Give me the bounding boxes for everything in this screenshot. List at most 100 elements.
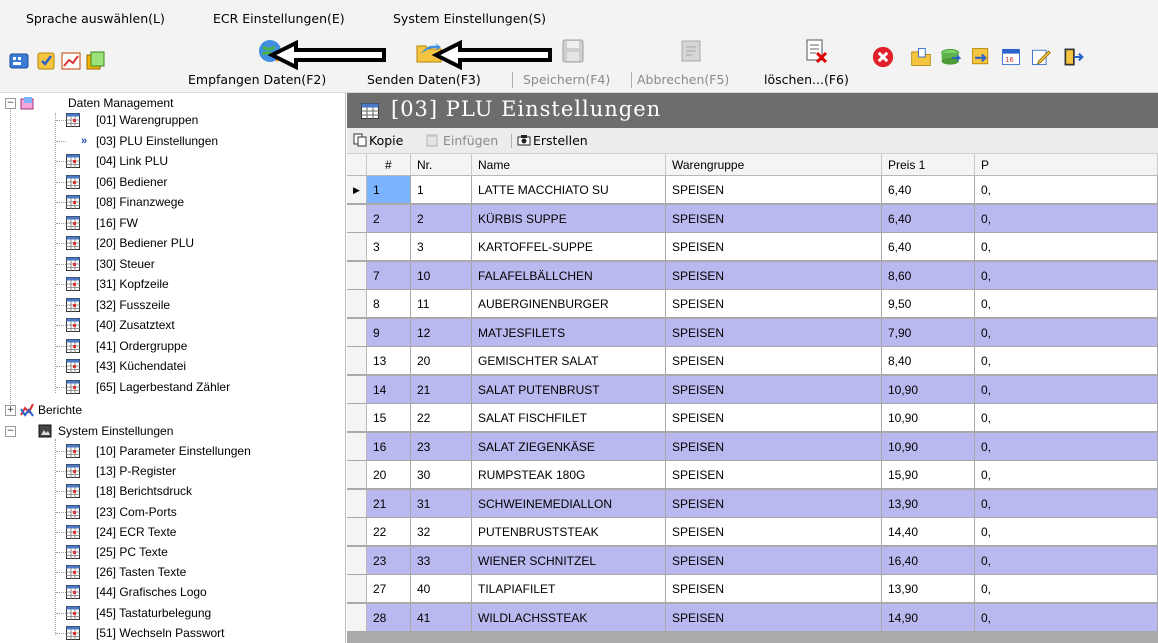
table-cell[interactable]: 15,90 — [882, 461, 975, 489]
table-cell[interactable]: SALAT PUTENBRUST — [472, 375, 666, 404]
row-selector[interactable] — [347, 518, 367, 546]
table-cell[interactable]: 6,40 — [882, 233, 975, 261]
table-cell[interactable]: 22 — [411, 404, 472, 432]
table-row[interactable]: 14 21 SALAT PUTENBRUST SPEISEN 10,90 0, — [347, 375, 1158, 404]
table-row[interactable]: 28 41 WILDLACHSSTEAK SPEISEN 14,90 0, — [347, 603, 1158, 632]
table-cell[interactable]: 2 — [411, 204, 472, 233]
table-cell[interactable]: RUMPSTEAK 180G — [472, 461, 666, 489]
table-cell[interactable]: 1 — [367, 176, 411, 204]
table-cell[interactable]: 7 — [367, 261, 411, 290]
column-header[interactable]: P — [975, 154, 1158, 176]
close-icon[interactable] — [872, 46, 898, 72]
table-cell[interactable]: 9,50 — [882, 290, 975, 318]
table-cell[interactable]: SPEISEN — [666, 176, 882, 204]
table-cell[interactable]: 13,90 — [882, 489, 975, 518]
table-cell[interactable]: 8,60 — [882, 261, 975, 290]
menu-ecr-settings[interactable]: ECR Einstellungen(E) — [213, 11, 345, 26]
table-cell[interactable]: 27 — [367, 575, 411, 603]
table-cell[interactable]: 16 — [367, 432, 411, 461]
table-cell[interactable]: SPEISEN — [666, 375, 882, 404]
table-cell[interactable]: 10,90 — [882, 432, 975, 461]
table-cell[interactable]: 0, — [975, 375, 1158, 404]
table-cell[interactable]: SCHWEINEMEDIALLON — [472, 489, 666, 518]
table-cell[interactable]: 0, — [975, 261, 1158, 290]
table-cell[interactable]: 0, — [975, 518, 1158, 546]
table-cell[interactable]: 2 — [367, 204, 411, 233]
table-cell[interactable]: 3 — [411, 233, 472, 261]
table-cell[interactable]: 21 — [367, 489, 411, 518]
row-selector[interactable] — [347, 603, 367, 632]
table-cell[interactable]: 12 — [411, 318, 472, 347]
row-selector[interactable] — [347, 375, 367, 404]
table-cell[interactable]: SPEISEN — [666, 461, 882, 489]
table-cell[interactable]: 6,40 — [882, 176, 975, 204]
row-selector[interactable] — [347, 432, 367, 461]
table-row[interactable]: 21 31 SCHWEINEMEDIALLON SPEISEN 13,90 0, — [347, 489, 1158, 518]
delete-button[interactable]: löschen...(F6) — [762, 34, 862, 92]
documents-icon[interactable] — [84, 50, 106, 72]
table-cell[interactable]: 30 — [411, 461, 472, 489]
checklist-icon[interactable] — [36, 50, 58, 72]
exit-icon[interactable] — [1062, 46, 1088, 72]
table-row[interactable]: 16 23 SALAT ZIEGENKÄSE SPEISEN 10,90 0, — [347, 432, 1158, 461]
table-cell[interactable]: 0, — [975, 233, 1158, 261]
table-cell[interactable]: SPEISEN — [666, 518, 882, 546]
table-cell[interactable]: SPEISEN — [666, 347, 882, 375]
table-cell[interactable]: 28 — [367, 603, 411, 632]
table-cell[interactable]: 6,40 — [882, 204, 975, 233]
table-cell[interactable]: TILAPIAFILET — [472, 575, 666, 603]
table-cell[interactable]: 8 — [367, 290, 411, 318]
row-selector[interactable] — [347, 233, 367, 261]
table-cell[interactable]: 23 — [411, 432, 472, 461]
table-cell[interactable]: SPEISEN — [666, 489, 882, 518]
table-cell[interactable]: 11 — [411, 290, 472, 318]
table-row[interactable]: ▶ 1 1 LATTE MACCHIATO SU SPEISEN 6,40 0, — [347, 176, 1158, 204]
paste-button[interactable]: Einfügen — [443, 133, 498, 148]
row-selector[interactable] — [347, 204, 367, 233]
table-cell[interactable]: LATTE MACCHIATO SU — [472, 176, 666, 204]
table-cell[interactable]: 0, — [975, 176, 1158, 204]
copy-button[interactable]: Kopie — [369, 133, 403, 148]
export-icon[interactable] — [970, 46, 996, 72]
row-selector[interactable] — [347, 546, 367, 575]
menu-language[interactable]: Sprache auswählen(L) — [26, 11, 165, 26]
collapse-toggle[interactable]: − — [5, 98, 16, 109]
table-cell[interactable]: 0, — [975, 404, 1158, 432]
table-cell[interactable]: 10 — [411, 261, 472, 290]
table-cell[interactable]: SPEISEN — [666, 204, 882, 233]
table-cell[interactable]: 10,90 — [882, 404, 975, 432]
table-row[interactable]: 27 40 TILAPIAFILET SPEISEN 13,90 0, — [347, 575, 1158, 603]
table-cell[interactable]: FALAFELBÄLLCHEN — [472, 261, 666, 290]
row-selector[interactable] — [347, 489, 367, 518]
table-cell[interactable]: KÜRBIS SUPPE — [472, 204, 666, 233]
table-cell[interactable]: 9 — [367, 318, 411, 347]
row-selector[interactable] — [347, 404, 367, 432]
expand-toggle[interactable]: + — [5, 405, 16, 416]
save-button[interactable]: Speichern(F4) — [519, 34, 627, 92]
row-selector[interactable] — [347, 347, 367, 375]
table-cell[interactable]: 1 — [411, 176, 472, 204]
table-cell[interactable]: 22 — [367, 518, 411, 546]
column-header[interactable]: Name — [472, 154, 666, 176]
table-cell[interactable]: SPEISEN — [666, 290, 882, 318]
table-cell[interactable]: 15 — [367, 404, 411, 432]
row-selector[interactable] — [347, 575, 367, 603]
table-cell[interactable]: WILDLACHSSTEAK — [472, 603, 666, 632]
database-icon[interactable] — [940, 46, 966, 72]
table-cell[interactable]: SALAT ZIEGENKÄSE — [472, 432, 666, 461]
table-row[interactable]: 9 12 MATJESFILETS SPEISEN 7,90 0, — [347, 318, 1158, 347]
table-cell[interactable]: 0, — [975, 432, 1158, 461]
table-cell[interactable]: 32 — [411, 518, 472, 546]
table-cell[interactable]: 0, — [975, 575, 1158, 603]
table-cell[interactable]: PUTENBRUSTSTEAK — [472, 518, 666, 546]
edit-icon[interactable] — [1030, 46, 1056, 72]
column-header[interactable]: Nr. — [411, 154, 472, 176]
chart-icon[interactable] — [60, 50, 82, 72]
table-cell[interactable]: 16,40 — [882, 546, 975, 575]
table-row[interactable]: 8 11 AUBERGINENBURGER SPEISEN 9,50 0, — [347, 290, 1158, 318]
cancel-button[interactable]: Abbrechen(F5) — [637, 34, 755, 92]
table-cell[interactable]: SPEISEN — [666, 318, 882, 347]
table-cell[interactable]: 3 — [367, 233, 411, 261]
table-cell[interactable]: 41 — [411, 603, 472, 632]
table-cell[interactable]: 7,90 — [882, 318, 975, 347]
